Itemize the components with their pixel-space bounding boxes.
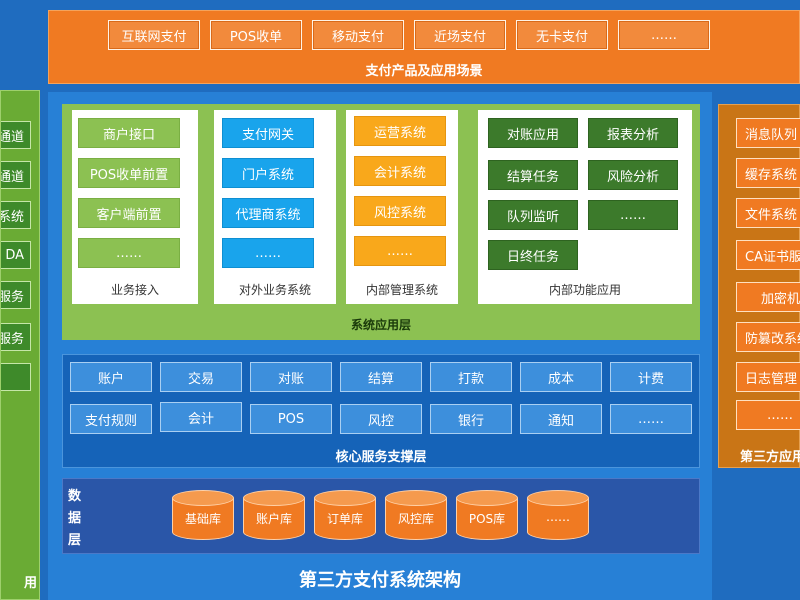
product-list: 互联网支付 POS收单 移动支付 近场支付 无卡支付 …… [108, 20, 710, 50]
db-label: 账户库 [255, 512, 292, 526]
core-bank[interactable]: 银行 [430, 404, 512, 434]
sys-risk-analysis[interactable]: 风险分析 [588, 160, 678, 190]
core-cost[interactable]: 成本 [520, 362, 602, 392]
right-encryptor[interactable]: 加密机 [736, 282, 800, 312]
core-account[interactable]: 账户 [70, 362, 152, 392]
db-label: 基础库 [184, 512, 221, 526]
data-layer [62, 478, 700, 554]
db-pos[interactable]: POS库 [456, 490, 518, 544]
right-panel-label: 第三方应用 [740, 450, 800, 465]
left-item[interactable]: 服务 [1, 323, 31, 351]
left-item[interactable]: DA [1, 241, 31, 269]
product-more[interactable]: …… [618, 20, 710, 50]
right-log-management[interactable]: 日志管理 [736, 362, 800, 392]
group-caption: 内部管理系统 [365, 283, 438, 297]
sys-settlement-task[interactable]: 结算任务 [488, 160, 578, 190]
product-mobile-pay[interactable]: 移动支付 [312, 20, 404, 50]
sys-agent[interactable]: 代理商系统 [222, 198, 314, 228]
left-item[interactable]: 通道 [1, 121, 31, 149]
db-label: 订单库 [326, 512, 363, 526]
sys-queue-listener[interactable]: 队列监听 [488, 200, 578, 230]
sys-end-of-day-task[interactable]: 日终任务 [488, 240, 578, 270]
db-order[interactable]: 订单库 [314, 490, 376, 544]
sys-more[interactable]: …… [222, 238, 314, 268]
sys-risk-control[interactable]: 风控系统 [354, 196, 446, 226]
group-caption: 内部功能应用 [548, 283, 621, 297]
db-base[interactable]: 基础库 [172, 490, 234, 544]
db-label: …… [546, 510, 570, 524]
db-label: 风控库 [397, 512, 434, 526]
product-pos[interactable]: POS收单 [210, 20, 302, 50]
sys-client-frontend[interactable]: 客户端前置 [78, 198, 180, 228]
product-cardless-pay[interactable]: 无卡支付 [516, 20, 608, 50]
core-more[interactable]: …… [610, 404, 692, 434]
product-band-label: 支付产品及应用场景 [365, 64, 483, 79]
sys-more[interactable]: …… [588, 200, 678, 230]
left-item[interactable]: 服务 [1, 281, 31, 309]
core-billing[interactable]: 计费 [610, 362, 692, 392]
left-item[interactable] [1, 363, 31, 391]
right-file-system[interactable]: 文件系统 [736, 198, 800, 228]
product-internet-pay[interactable]: 互联网支付 [108, 20, 200, 50]
core-layer-label: 核心服务支撑层 [335, 450, 427, 465]
sys-operations[interactable]: 运营系统 [354, 116, 446, 146]
sys-portal[interactable]: 门户系统 [222, 158, 314, 188]
core-payout[interactable]: 打款 [430, 362, 512, 392]
right-message-queue[interactable]: 消息队列 [736, 118, 800, 148]
core-reconcile[interactable]: 对账 [250, 362, 332, 392]
left-item[interactable]: 系统 [1, 201, 31, 229]
sys-pos-frontend[interactable]: POS收单前置 [78, 158, 180, 188]
right-anti-tamper[interactable]: 防篡改系统 [736, 322, 800, 352]
sys-report-analysis[interactable]: 报表分析 [588, 118, 678, 148]
db-label: POS库 [468, 512, 506, 526]
group-caption: 对外业务系统 [238, 283, 311, 297]
right-more[interactable]: …… [736, 400, 800, 430]
left-item[interactable]: 通道 [1, 161, 31, 189]
system-layer-label: 系统应用层 [350, 318, 411, 332]
sys-accounting[interactable]: 会计系统 [354, 156, 446, 186]
right-cache[interactable]: 缓存系统 [736, 158, 800, 188]
diagram-title: 第三方支付系统架构 [299, 570, 461, 591]
data-layer-title: 数据层 [68, 489, 82, 548]
sys-more[interactable]: …… [354, 236, 446, 266]
sys-reconciliation[interactable]: 对账应用 [488, 118, 578, 148]
db-account[interactable]: 账户库 [243, 490, 305, 544]
core-transaction[interactable]: 交易 [160, 362, 242, 392]
db-more[interactable]: …… [527, 490, 589, 544]
product-nfc-pay[interactable]: 近场支付 [414, 20, 506, 50]
left-channel-panel: 通道 通道 系统 DA 服务 服务 用 [0, 90, 40, 600]
sys-payment-gateway[interactable]: 支付网关 [222, 118, 314, 148]
db-risk[interactable]: 风控库 [385, 490, 447, 544]
core-risk[interactable]: 风控 [340, 404, 422, 434]
core-pos[interactable]: POS [250, 404, 332, 434]
core-payment-rules[interactable]: 支付规则 [70, 404, 152, 434]
right-ca-cert[interactable]: CA证书服务 [736, 240, 800, 270]
left-panel-label: 用 [23, 576, 37, 591]
core-notify[interactable]: 通知 [520, 404, 602, 434]
core-accounting[interactable]: 会计 [160, 402, 242, 432]
sys-more[interactable]: …… [78, 238, 180, 268]
core-settlement[interactable]: 结算 [340, 362, 422, 392]
sys-merchant-api[interactable]: 商户接口 [78, 118, 180, 148]
group-caption: 业务接入 [110, 283, 159, 297]
